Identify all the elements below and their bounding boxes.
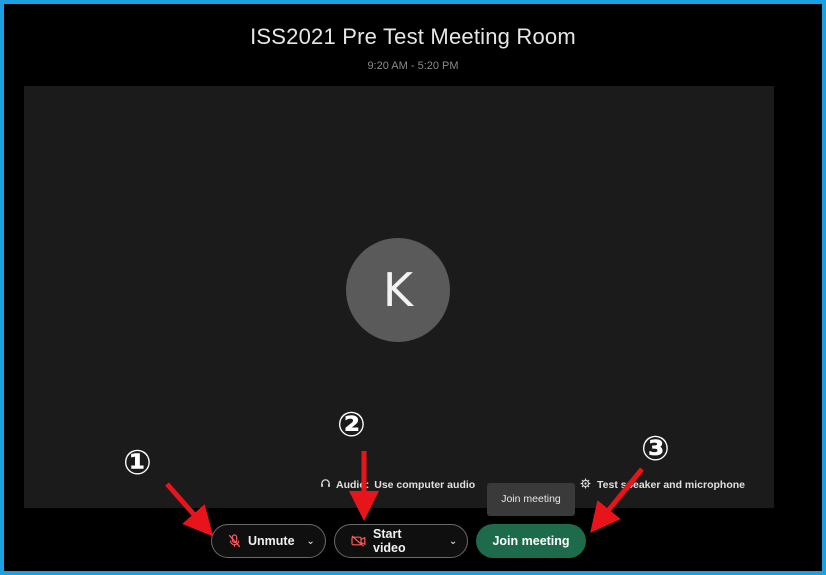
start-video-button[interactable]: Start video ⌄	[334, 524, 468, 558]
gear-icon	[580, 478, 591, 492]
audio-value: Use computer audio	[374, 479, 476, 491]
audio-label: Audio:	[336, 479, 370, 491]
meeting-preview-window: ISS2021 Pre Test Meeting Room 9:20 AM - …	[0, 0, 826, 575]
annotation-marker-3: ③	[641, 429, 670, 469]
test-speaker-microphone-link[interactable]: Test speaker and microphone	[580, 478, 745, 492]
unmute-main[interactable]: Unmute	[212, 525, 303, 557]
start-video-label: Start video	[373, 527, 406, 555]
start-video-main[interactable]: Start video	[335, 525, 445, 557]
annotation-marker-1: ①	[123, 443, 152, 483]
unmute-label: Unmute	[248, 534, 295, 548]
meeting-time: 9:20 AM - 5:20 PM	[367, 60, 459, 72]
annotation-marker-2: ②	[337, 405, 366, 445]
unmute-button[interactable]: Unmute ⌄	[211, 524, 326, 558]
test-label: Test speaker and microphone	[597, 479, 746, 491]
chevron-down-icon[interactable]: ⌄	[445, 525, 467, 557]
audio-selector[interactable]: Audio: Use computer audio	[320, 478, 475, 492]
avatar: K	[346, 238, 450, 342]
video-off-icon	[351, 535, 366, 547]
join-meeting-tooltip: Join meeting	[487, 483, 575, 516]
join-meeting-button[interactable]: Join meeting	[476, 524, 586, 558]
meeting-title: ISS2021 Pre Test Meeting Room	[250, 24, 576, 49]
chevron-down-icon[interactable]: ⌄	[303, 525, 325, 557]
microphone-muted-icon	[228, 534, 241, 548]
headset-icon	[320, 478, 331, 492]
